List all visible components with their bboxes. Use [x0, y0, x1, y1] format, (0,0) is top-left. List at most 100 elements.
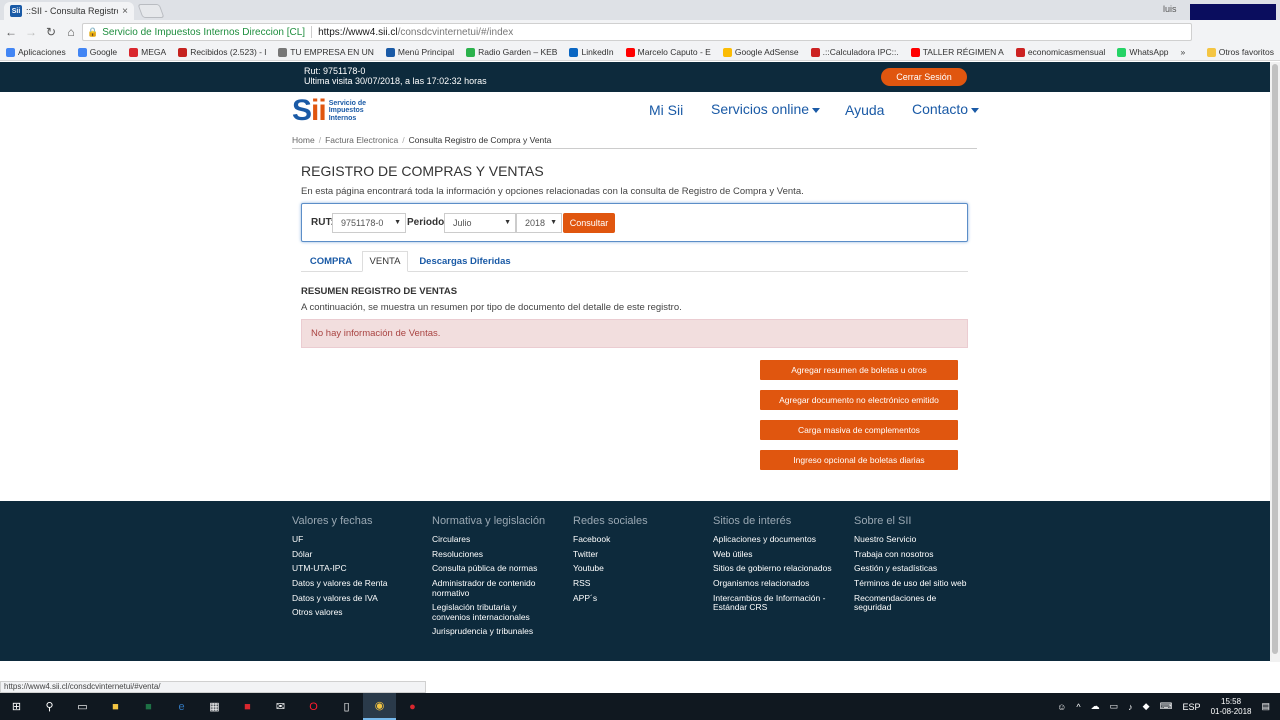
whatsapp-icon: [1117, 47, 1127, 57]
tab-venta[interactable]: VENTA: [362, 251, 408, 272]
people-icon[interactable]: ☺: [1057, 702, 1066, 712]
year-select[interactable]: 2018 ▼: [516, 213, 562, 233]
tab-descargas-diferidas[interactable]: Descargas Diferidas: [413, 251, 517, 272]
nav-servicios-label: Servicios online: [711, 101, 810, 117]
address-bar[interactable]: 🔒 Servicio de Impuestos Internos Direcci…: [82, 23, 1192, 41]
footer-link[interactable]: Sitios de gobierno relacionados: [713, 564, 833, 574]
keyboard-icon[interactable]: ⌨: [1160, 701, 1173, 712]
mega-icon: [129, 47, 139, 57]
bookmark-item[interactable]: Radio Garden – KEB: [460, 47, 563, 57]
new-tab-button[interactable]: [137, 4, 165, 18]
bookmark-item[interactable]: .::Calculadora IPC::.: [805, 47, 905, 57]
footer-link[interactable]: Consulta pública de normas: [432, 564, 552, 574]
browser-tab-sii[interactable]: Sii ::SII - Consulta Registro C ×: [4, 2, 134, 20]
bookmark-item[interactable]: WhatsApp: [1111, 47, 1174, 57]
bookmark-item[interactable]: Google: [72, 47, 123, 57]
task-view-icon[interactable]: ▭: [66, 693, 99, 720]
home-icon[interactable]: ⌂: [62, 25, 80, 39]
footer-link[interactable]: RSS: [573, 579, 693, 589]
sii-logo[interactable]: Sii Servicio de Impuestos Internos: [292, 96, 366, 126]
bookmark-item[interactable]: economicasmensual: [1010, 47, 1111, 57]
excel-icon[interactable]: ■: [132, 693, 165, 720]
footer-link[interactable]: Jurisprudencia y tribunales: [432, 627, 552, 637]
footer-link[interactable]: Facebook: [573, 534, 693, 545]
notifications-icon[interactable]: ▤: [1261, 701, 1270, 712]
footer-link[interactable]: UF: [292, 534, 412, 545]
footer-link[interactable]: Trabaja con nosotros: [854, 549, 974, 560]
record-icon[interactable]: ●: [396, 693, 429, 720]
footer-link[interactable]: Administrador de contenido normativo: [432, 578, 552, 598]
document-icon[interactable]: ▯: [330, 693, 363, 720]
footer-link[interactable]: Organismos relacionados: [713, 579, 833, 589]
mail-icon[interactable]: ✉: [264, 693, 297, 720]
bookmark-item[interactable]: Recibidos (2.523) - l: [172, 47, 272, 57]
bookmark-item[interactable]: LinkedIn: [563, 47, 619, 57]
agregar-documento-no-electronico-button[interactable]: Agregar documento no electrónico emitido: [760, 390, 958, 410]
bookmark-item[interactable]: Aplicaciones: [0, 47, 72, 57]
search-icon[interactable]: ⚲: [33, 693, 66, 720]
ingreso-boletas-diarias-button[interactable]: Ingreso opcional de boletas diarias: [760, 450, 958, 470]
edge-icon[interactable]: e: [165, 693, 198, 720]
footer-link[interactable]: Web útiles: [713, 549, 833, 560]
page-scrollbar[interactable]: [1270, 62, 1280, 662]
agregar-resumen-boletas-button[interactable]: Agregar resumen de boletas u otros: [760, 360, 958, 380]
nav-ayuda[interactable]: Ayuda: [845, 102, 884, 118]
nav-contacto[interactable]: Contacto: [912, 101, 980, 117]
breadcrumb-factura[interactable]: Factura Electronica: [325, 135, 398, 145]
rut-select[interactable]: 9751178-0 ▼: [332, 213, 406, 233]
footer-link[interactable]: Youtube: [573, 564, 693, 574]
forward-arrow-icon[interactable]: →: [22, 25, 40, 39]
bookmark-item[interactable]: Marcelo Caputo - E: [620, 47, 717, 57]
month-select[interactable]: Julio ▼: [444, 213, 516, 233]
file-explorer-icon[interactable]: ■: [99, 693, 132, 720]
scrollbar-thumb[interactable]: [1272, 64, 1278, 654]
bookmark-item[interactable]: TU EMPRESA EN UN: [272, 47, 380, 57]
bookmark-item[interactable]: TALLER RÉGIMEN A: [905, 47, 1010, 57]
footer-link[interactable]: Otros valores: [292, 608, 412, 618]
back-arrow-icon[interactable]: ←: [2, 25, 20, 39]
nav-mi-sii[interactable]: Mi Sii: [649, 102, 683, 118]
logout-button[interactable]: Cerrar Sesión: [881, 68, 967, 86]
footer-link[interactable]: UTM-UTA-IPC: [292, 564, 412, 574]
footer-link[interactable]: Recomendaciones de seguridad: [854, 593, 974, 613]
bookmark-item[interactable]: MEGA: [123, 47, 172, 57]
footer-link[interactable]: Términos de uso del sitio web: [854, 579, 974, 589]
footer-link[interactable]: APP´s: [573, 593, 693, 604]
footer-link[interactable]: Aplicaciones y documentos: [713, 534, 833, 545]
footer-link[interactable]: Gestión y estadísticas: [854, 564, 974, 574]
nav-servicios-online[interactable]: Servicios online: [711, 101, 821, 117]
clock[interactable]: 15:58 01-08-2018: [1211, 697, 1252, 717]
footer-link[interactable]: Datos y valores de IVA: [292, 593, 412, 604]
chrome-icon[interactable]: ◉: [363, 693, 396, 720]
tab-close-icon[interactable]: ×: [122, 6, 128, 17]
windows-start-icon[interactable]: ⊞: [0, 693, 33, 720]
footer-link[interactable]: Datos y valores de Renta: [292, 579, 412, 589]
footer-link[interactable]: Dólar: [292, 549, 412, 560]
tab-compra[interactable]: COMPRA: [301, 251, 361, 272]
volume-icon[interactable]: ♪: [1128, 702, 1133, 712]
bookmark-item[interactable]: Otros favoritos: [1201, 47, 1280, 57]
breadcrumb-home[interactable]: Home: [292, 135, 315, 145]
carga-masiva-complementos-button[interactable]: Carga masiva de complementos: [760, 420, 958, 440]
footer-link[interactable]: Twitter: [573, 549, 693, 560]
bookmark-item[interactable]: Menú Principal: [380, 47, 460, 57]
bookmark-item[interactable]: Google AdSense: [717, 47, 805, 57]
bookmark-item[interactable]: »: [1175, 47, 1192, 57]
dropbox-icon[interactable]: ◆: [1143, 701, 1150, 712]
footer-link[interactable]: Circulares: [432, 534, 552, 545]
footer-link[interactable]: Legislación tributaria y convenios inter…: [432, 603, 552, 622]
onedrive-icon[interactable]: ☁: [1091, 701, 1100, 712]
reload-icon[interactable]: ↻: [42, 25, 60, 39]
footer-link[interactable]: Nuestro Servicio: [854, 534, 974, 545]
consultar-button[interactable]: Consultar: [563, 213, 615, 233]
venta-section-title: RESUMEN REGISTRO DE VENTAS: [301, 286, 458, 297]
footer-link[interactable]: Resoluciones: [432, 549, 552, 560]
opera-icon[interactable]: O: [297, 693, 330, 720]
browser-profile-name[interactable]: luis: [1163, 4, 1177, 14]
store-icon[interactable]: ▦: [198, 693, 231, 720]
gift-icon[interactable]: ■: [231, 693, 264, 720]
network-icon[interactable]: ▭: [1110, 701, 1119, 712]
language-indicator[interactable]: ESP: [1183, 702, 1201, 712]
tray-chevron-icon[interactable]: ^: [1076, 702, 1080, 712]
footer-link[interactable]: Intercambios de Información - Estándar C…: [713, 593, 833, 613]
